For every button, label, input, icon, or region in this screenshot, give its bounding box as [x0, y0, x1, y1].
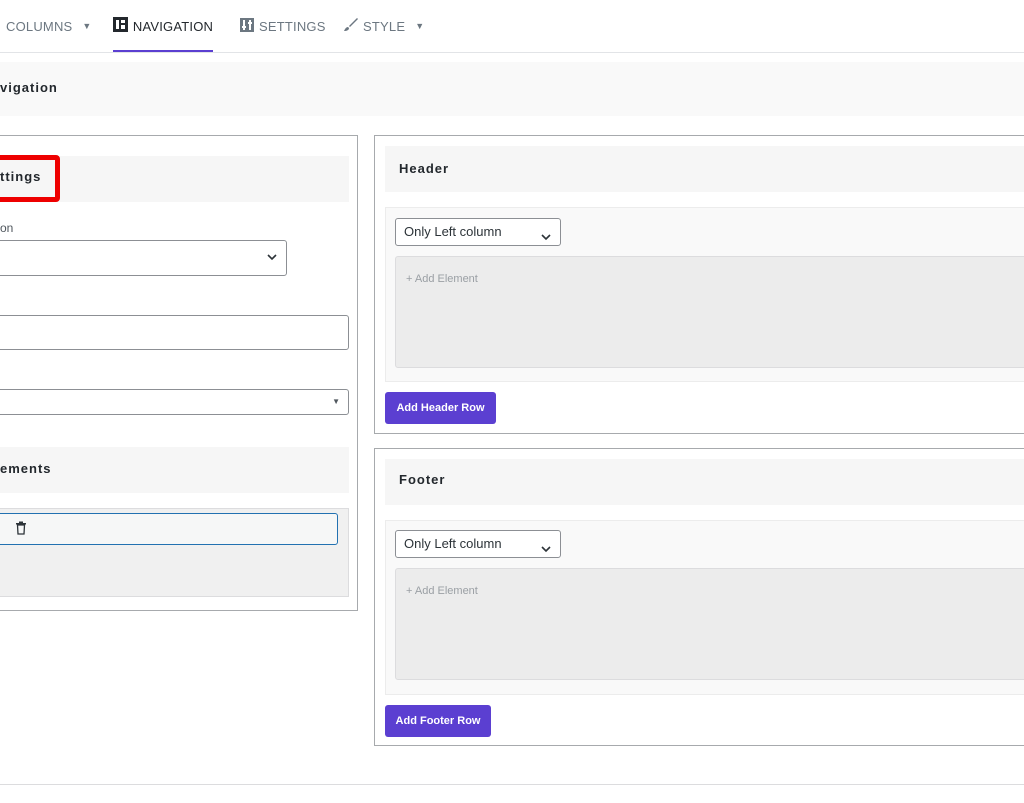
- footer-panel: Footer Only Left column + Add Element Ad…: [374, 448, 1024, 746]
- tab-settings[interactable]: SETTINGS: [240, 0, 326, 52]
- field-label: on: [0, 221, 14, 235]
- section-title: vigation: [0, 80, 58, 95]
- trash-icon[interactable]: [15, 521, 27, 540]
- navigation-icon: [112, 17, 128, 35]
- header-add-element-zone[interactable]: + Add Element: [395, 256, 1024, 368]
- brush-icon: [343, 17, 358, 35]
- chevron-down-icon: [540, 538, 552, 564]
- elements-heading: ements: [0, 461, 52, 476]
- footer-panel-heading-bar: [385, 459, 1024, 505]
- footer-panel-title: Footer: [399, 472, 446, 487]
- footer-column-select-value: Only Left column: [404, 536, 502, 551]
- chevron-down-icon: ▼: [82, 21, 92, 31]
- position-select[interactable]: [0, 240, 287, 276]
- chevron-down-icon: [266, 250, 278, 268]
- header-column-select-value: Only Left column: [404, 224, 502, 239]
- dropdown-select[interactable]: ▼: [0, 389, 349, 415]
- list-item[interactable]: [0, 513, 338, 545]
- tab-settings-label: SETTINGS: [259, 18, 326, 34]
- add-header-row-button[interactable]: Add Header Row: [385, 392, 496, 424]
- chevron-down-icon: [540, 226, 552, 252]
- section-header: [0, 62, 1024, 116]
- add-footer-row-button[interactable]: Add Footer Row: [385, 705, 491, 737]
- tab-style-label: STYLE: [363, 18, 406, 34]
- divider: [0, 784, 1024, 785]
- header-column-select[interactable]: Only Left column: [395, 218, 561, 246]
- dropdown-arrow-icon: ▼: [332, 397, 340, 406]
- tab-navigation-label: NAVIGATION: [132, 18, 214, 34]
- tab-columns[interactable]: COLUMNS ▼: [6, 0, 92, 52]
- text-input[interactable]: [0, 315, 349, 350]
- footer-add-element-zone[interactable]: + Add Element: [395, 568, 1024, 680]
- sliders-icon: [240, 17, 254, 35]
- tab-navigation[interactable]: NAVIGATION: [112, 0, 214, 52]
- header-panel: Header Only Left column + Add Element Ad…: [374, 135, 1024, 434]
- header-add-element-label: + Add Element: [406, 273, 478, 285]
- header-panel-heading-bar: [385, 146, 1024, 192]
- footer-column-select[interactable]: Only Left column: [395, 530, 561, 558]
- tab-style[interactable]: STYLE ▼: [343, 0, 424, 52]
- tab-bar: COLUMNS ▼ NAVIGATION SETTINGS STYLE ▼: [0, 0, 1024, 53]
- elements-heading-bar: [0, 447, 349, 493]
- header-panel-title: Header: [399, 161, 450, 176]
- tab-columns-label: COLUMNS: [6, 18, 73, 34]
- chevron-down-icon: ▼: [415, 21, 425, 31]
- active-tab-indicator: [113, 50, 213, 52]
- footer-add-element-label: + Add Element: [406, 585, 478, 597]
- highlight-box: [0, 155, 60, 202]
